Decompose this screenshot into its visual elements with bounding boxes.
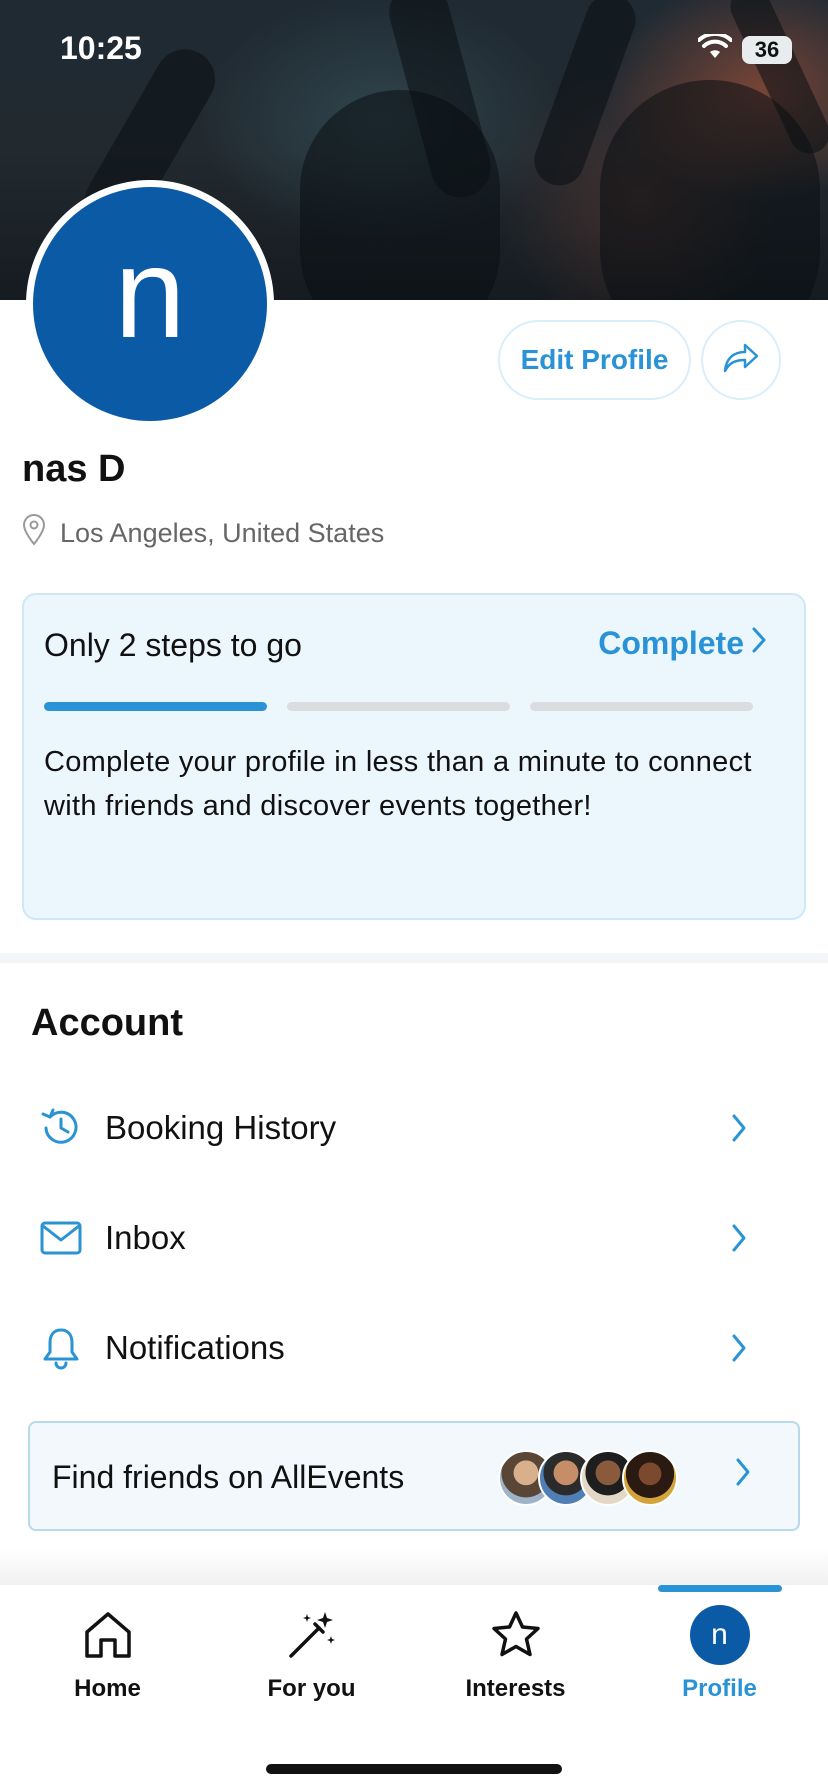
- progress-step: [530, 702, 753, 711]
- menu-item-label: Booking History: [105, 1109, 337, 1146]
- progress-step: [287, 702, 510, 711]
- wifi-icon: [697, 31, 733, 65]
- complete-profile-link[interactable]: Complete: [598, 625, 768, 662]
- chevron-right-icon: [734, 1457, 752, 1492]
- nav-label: Home: [74, 1675, 141, 1702]
- star-icon: [489, 1605, 543, 1665]
- bottom-nav: Home For you Interests n Profile: [0, 1585, 828, 1792]
- chevron-right-icon: [724, 1108, 754, 1148]
- account-section-title: Account: [31, 1002, 183, 1044]
- progress-step: [44, 702, 267, 711]
- profile-avatar[interactable]: n: [26, 180, 274, 428]
- complete-label: Complete: [598, 625, 744, 661]
- profile-location: Los Angeles, United States: [22, 514, 384, 553]
- battery-icon: 36: [742, 35, 792, 64]
- chevron-right-icon: [750, 625, 768, 662]
- chevron-right-icon: [724, 1328, 754, 1368]
- share-icon: [721, 341, 761, 380]
- location-pin-icon: [22, 514, 46, 553]
- nav-home[interactable]: Home: [4, 1585, 211, 1725]
- nav-shadow: [0, 1548, 828, 1586]
- avatar-letter: n: [114, 222, 186, 365]
- menu-item-notifications[interactable]: Notifications: [0, 1303, 828, 1393]
- home-icon: [82, 1605, 134, 1665]
- menu-item-booking-history[interactable]: Booking History: [0, 1083, 828, 1173]
- nav-profile[interactable]: n Profile: [616, 1585, 823, 1725]
- find-friends-banner[interactable]: Find friends on AllEvents: [28, 1421, 800, 1531]
- nav-interests[interactable]: Interests: [412, 1585, 619, 1725]
- card-title: Only 2 steps to go: [44, 627, 302, 663]
- mail-icon: [38, 1215, 84, 1261]
- profile-name: nas D: [22, 448, 126, 490]
- friend-avatars: [498, 1450, 698, 1506]
- location-text: Los Angeles, United States: [60, 518, 385, 548]
- menu-item-label: Notifications: [105, 1329, 285, 1366]
- find-friends-label: Find friends on AllEvents: [52, 1459, 405, 1495]
- avatar: n: [689, 1605, 750, 1665]
- status-time: 10:25: [60, 30, 142, 66]
- card-description: Complete your profile in less than a min…: [44, 746, 752, 822]
- section-divider: [0, 953, 828, 963]
- status-icons: 36: [697, 31, 792, 65]
- nav-avatar-wrap: n: [689, 1605, 750, 1665]
- friend-photo: [622, 1450, 678, 1506]
- nav-for-you[interactable]: For you: [208, 1585, 415, 1725]
- chevron-right-icon: [724, 1218, 754, 1258]
- nav-label: For you: [267, 1675, 356, 1702]
- edit-profile-button[interactable]: Edit Profile: [498, 320, 691, 400]
- home-indicator: [266, 1764, 562, 1774]
- history-icon: [38, 1105, 84, 1151]
- nav-label: Profile: [682, 1675, 757, 1702]
- menu-item-label: Inbox: [105, 1219, 186, 1256]
- menu-item-inbox[interactable]: Inbox: [0, 1193, 828, 1283]
- profile-completion-card: Only 2 steps to go Complete Complete you…: [22, 593, 806, 920]
- magic-wand-icon: [285, 1605, 339, 1665]
- progress-steps: [44, 702, 753, 711]
- nav-label: Interests: [465, 1675, 566, 1702]
- bell-icon: [38, 1325, 84, 1371]
- share-button[interactable]: [701, 320, 781, 400]
